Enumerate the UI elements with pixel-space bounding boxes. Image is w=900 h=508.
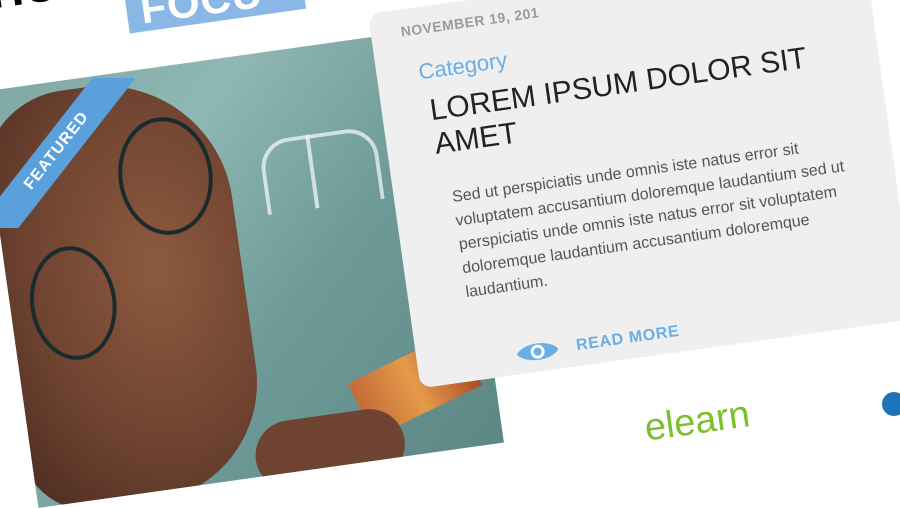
- brand-logo[interactable]: elearn: [642, 393, 753, 450]
- post-date: NOVEMBER 19, 201: [399, 4, 541, 40]
- logo-dot: [882, 392, 900, 416]
- chalkboard-letter: [257, 125, 385, 216]
- read-more-link[interactable]: READ MORE: [513, 317, 682, 370]
- read-more-label: READ MORE: [575, 322, 681, 355]
- post-excerpt: Sed ut perspiciatis unde omnis iste natu…: [451, 140, 846, 302]
- featured-ribbon-band: FEATURED: [0, 78, 136, 228]
- eye-icon: [513, 334, 563, 370]
- section-tag: FOCU: [122, 0, 307, 34]
- post-category-link[interactable]: Category: [417, 47, 509, 85]
- featured-ribbon-label: FEATURED: [20, 108, 93, 193]
- section-tag-label: FOCU: [137, 0, 266, 33]
- featured-ribbon: FEATURED: [0, 78, 148, 228]
- post-card: NOVEMBER 19, 201 Category LOREM IPSUM DO…: [368, 0, 900, 389]
- hands: [251, 404, 410, 495]
- page-heading: HOA: [0, 0, 95, 19]
